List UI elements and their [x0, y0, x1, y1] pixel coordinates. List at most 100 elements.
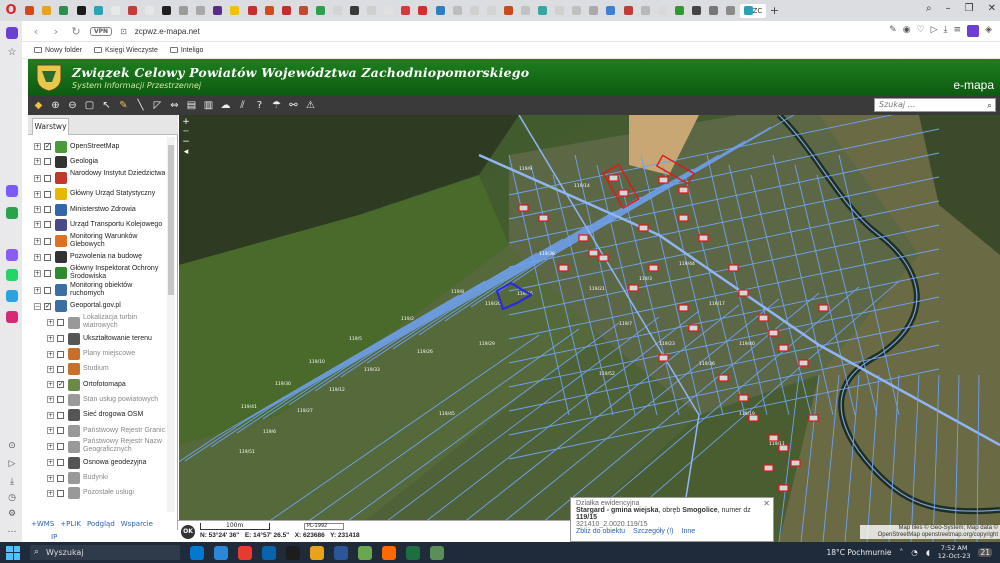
whatsapp-icon[interactable]	[6, 269, 18, 281]
hatch-icon[interactable]: ⫽	[236, 99, 249, 112]
browser-tab[interactable]	[501, 4, 517, 18]
footer-link[interactable]: +WMS	[31, 520, 54, 532]
footer-link[interactable]: Wsparcie	[121, 520, 153, 532]
browser-tab[interactable]	[381, 4, 397, 18]
browser-tab[interactable]	[398, 4, 414, 18]
windows-start-icon[interactable]	[6, 545, 20, 560]
messenger-icon[interactable]	[6, 249, 18, 261]
layer-checkbox[interactable]	[44, 253, 51, 261]
browser-tab[interactable]	[313, 4, 329, 18]
pointer-icon[interactable]: ↖	[100, 99, 113, 112]
taskbar-app-icon[interactable]	[430, 545, 444, 560]
camera-icon[interactable]: ◉	[903, 25, 911, 37]
player-icon[interactable]: ▷	[6, 459, 18, 471]
edit-icon[interactable]: ✎	[889, 25, 897, 37]
browser-tab[interactable]	[176, 4, 192, 18]
expand-toggle-icon[interactable]: +	[34, 158, 41, 166]
layer-checkbox[interactable]	[57, 474, 64, 482]
star-icon[interactable]: ☆	[6, 47, 18, 59]
reload-button[interactable]: ↻	[70, 25, 82, 38]
layer-checkbox[interactable]	[57, 411, 64, 419]
browser-tab[interactable]	[22, 4, 38, 18]
expand-toggle-icon[interactable]: +	[34, 253, 41, 261]
map-view[interactable]: 119/15 119/20 119/8 119/2 119/5 119/10 119/30 1…	[179, 115, 1000, 542]
search-icon[interactable]: ⌕	[987, 100, 992, 112]
play-icon[interactable]: ▷	[931, 25, 938, 37]
expand-toggle-icon[interactable]: +	[34, 269, 41, 277]
workspace-icon[interactable]	[6, 185, 18, 197]
download-icon[interactable]: ⤓	[944, 25, 948, 37]
expand-toggle-icon[interactable]: +	[34, 237, 41, 245]
expand-toggle-icon[interactable]: +	[47, 411, 54, 419]
taskbar-app-icon[interactable]	[262, 545, 276, 560]
layer-checkbox[interactable]	[44, 190, 51, 198]
expand-toggle-icon[interactable]: +	[47, 350, 54, 358]
browser-tab[interactable]	[432, 4, 448, 18]
layer-item[interactable]: + Stan usług powiatowych	[28, 392, 168, 407]
layer-checkbox[interactable]	[57, 396, 64, 404]
zoom-level-bar[interactable]: ┄	[181, 127, 191, 137]
layer-checkbox[interactable]: ✓	[44, 302, 51, 310]
zoom-box-icon[interactable]: ▢	[83, 99, 96, 112]
ok-button[interactable]: OK	[181, 525, 195, 539]
layer-item[interactable]: + Urząd Transportu Kolejowego	[28, 217, 168, 232]
tab-warstwy[interactable]: Warstwy	[32, 118, 69, 135]
taskbar-app-icon[interactable]	[310, 545, 324, 560]
expand-toggle-icon[interactable]: −	[34, 302, 41, 310]
browser-tab[interactable]	[90, 4, 106, 18]
share-icon[interactable]: ⚯	[287, 99, 300, 112]
browser-tab[interactable]	[296, 4, 312, 18]
layer-checkbox[interactable]	[44, 221, 51, 229]
expand-toggle-icon[interactable]: +	[47, 365, 54, 373]
measure-area-icon[interactable]: ◸	[151, 99, 164, 112]
browser-tab[interactable]	[56, 4, 72, 18]
browser-tab[interactable]	[347, 4, 363, 18]
taskbar-app-icon[interactable]	[358, 545, 372, 560]
layer-item[interactable]: + Sieć drogowa OSM	[28, 408, 168, 423]
browser-tab[interactable]	[484, 4, 500, 18]
browser-tab[interactable]	[193, 4, 209, 18]
layer-checkbox[interactable]: ✓	[57, 381, 64, 389]
bookmark-item[interactable]: Nowy folder	[34, 47, 82, 54]
browser-tab[interactable]	[466, 4, 482, 18]
heart-icon[interactable]: ♡	[917, 25, 925, 37]
browser-tab[interactable]	[244, 4, 260, 18]
taskbar-app-icon[interactable]	[406, 545, 420, 560]
zoom-in-button[interactable]: +	[181, 117, 191, 127]
warning-icon[interactable]: ⚠	[304, 99, 317, 112]
measure-line-icon[interactable]: ╲	[134, 99, 147, 112]
aria-icon[interactable]	[6, 27, 18, 39]
layer-item[interactable]: + Państwowy Rejestr Granic	[28, 423, 168, 438]
zoom-out-button[interactable]: −	[181, 137, 191, 147]
collapse-panel-icon[interactable]: ◂	[181, 147, 191, 157]
layer-item[interactable]: + Monitoring obiektów ruchomych	[28, 282, 168, 299]
browser-tab[interactable]	[535, 4, 551, 18]
expand-toggle-icon[interactable]: +	[34, 190, 41, 198]
menu-icon[interactable]: ≡	[954, 25, 962, 37]
layer-item[interactable]: + ✓ Ortofotomapa	[28, 377, 168, 392]
help-icon[interactable]: ?	[253, 99, 266, 112]
expand-toggle-icon[interactable]: +	[47, 474, 54, 482]
taskbar-app-icon[interactable]	[286, 545, 300, 560]
expand-toggle-icon[interactable]: +	[47, 459, 54, 467]
close-icon[interactable]: ✕	[763, 499, 770, 508]
layer-checkbox[interactable]	[57, 350, 64, 358]
browser-tab[interactable]	[125, 4, 141, 18]
opera-logo-icon[interactable]: O	[0, 0, 22, 21]
layer-item[interactable]: + ✓ OpenStreetMap	[28, 139, 168, 154]
expand-toggle-icon[interactable]: +	[34, 143, 41, 151]
layer-item[interactable]: + Pozostałe usługi	[28, 486, 168, 501]
layer-checkbox[interactable]	[57, 443, 64, 451]
layer-checkbox[interactable]	[44, 269, 51, 277]
panel-scrollbar[interactable]	[167, 137, 175, 512]
notification-badge[interactable]: 21	[978, 547, 992, 557]
browser-tab[interactable]	[261, 4, 277, 18]
layer-checkbox[interactable]: ✓	[44, 143, 51, 151]
browser-tab[interactable]: ZC	[739, 3, 766, 18]
forward-button[interactable]: ›	[50, 25, 62, 38]
profile-icon[interactable]	[967, 25, 980, 37]
expand-toggle-icon[interactable]: +	[34, 206, 41, 214]
footer-link[interactable]: +PLIK	[60, 520, 81, 532]
tray-chevron-icon[interactable]: ˄	[900, 548, 904, 557]
volume-icon[interactable]: ◖	[926, 548, 930, 557]
